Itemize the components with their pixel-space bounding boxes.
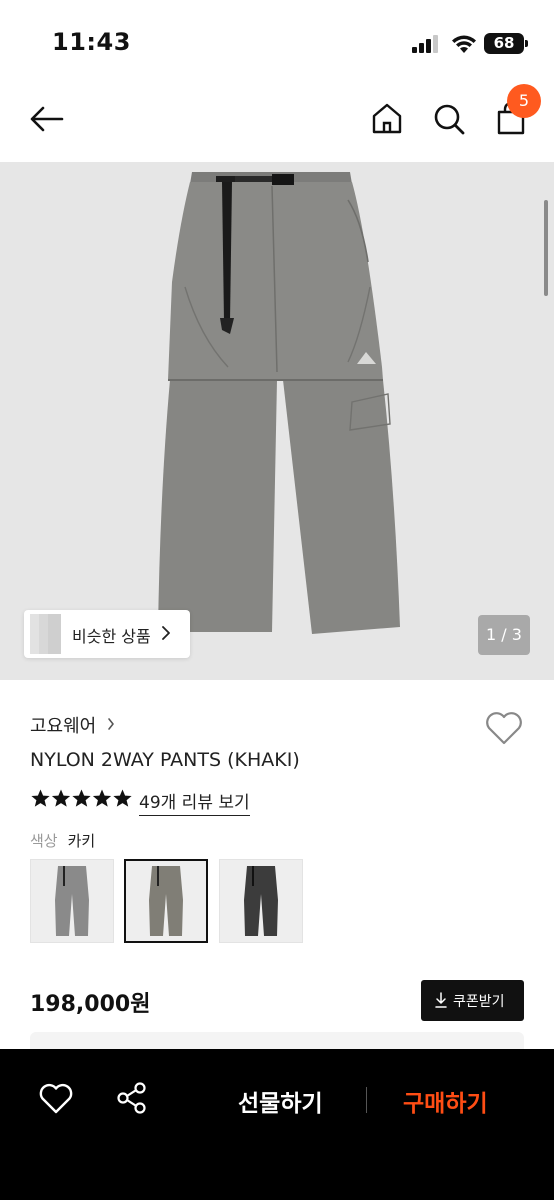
product-price: 198,000원 — [30, 992, 151, 1017]
pants-thumbnail — [244, 866, 278, 936]
pants-thumbnail — [55, 866, 89, 936]
image-scrollbar — [544, 200, 548, 296]
review-link[interactable]: 49개 리뷰 보기 — [139, 788, 250, 816]
chevron-right-icon — [162, 626, 170, 640]
battery-icon: 68 — [484, 33, 524, 54]
heart-icon[interactable] — [484, 710, 524, 746]
battery-tip — [525, 40, 528, 47]
similar-products-button[interactable]: 비슷한 상품 — [24, 610, 190, 658]
gift-button[interactable]: 선물하기 — [238, 1084, 323, 1118]
color-value: 카키 — [67, 832, 96, 850]
back-arrow-icon[interactable] — [26, 98, 68, 140]
download-icon — [435, 992, 447, 1008]
image-page-indicator: 1 / 3 — [478, 615, 530, 655]
wishlist-heart-icon[interactable] — [38, 1081, 74, 1115]
product-image-carousel[interactable]: 비슷한 상품 1 / 3 — [0, 162, 554, 680]
status-time: 11:43 — [52, 28, 131, 56]
bottom-action-bar: 선물하기 구매하기 — [0, 1049, 554, 1200]
cart-count-badge: 5 — [507, 84, 541, 118]
color-swatch-gray[interactable] — [30, 859, 114, 943]
search-icon[interactable] — [428, 98, 470, 140]
product-name: NYLON 2WAY PANTS (KHAKI) — [30, 749, 300, 771]
color-label: 색상 — [30, 832, 58, 850]
color-swatch-charcoal[interactable] — [219, 859, 303, 943]
top-nav — [0, 80, 554, 162]
status-bar: 11:43 68 — [0, 0, 554, 80]
share-icon[interactable] — [116, 1081, 148, 1115]
wifi-icon — [452, 35, 476, 53]
brand-link[interactable]: 고요웨어 — [30, 712, 96, 738]
color-swatch-khaki[interactable] — [124, 859, 208, 943]
similar-thumbnails — [30, 614, 70, 654]
star-rating-icon — [31, 789, 132, 807]
coupon-download-button[interactable]: 쿠폰받기 — [421, 980, 524, 1021]
home-icon[interactable] — [366, 98, 408, 140]
similar-products-label: 비슷한 상품 — [72, 627, 151, 646]
divider — [366, 1087, 367, 1113]
chevron-right-icon — [108, 718, 114, 730]
cellular-signal-icon — [412, 35, 440, 53]
pants-thumbnail — [149, 866, 183, 936]
buy-button[interactable]: 구매하기 — [403, 1084, 488, 1118]
coupon-label: 쿠폰받기 — [453, 994, 505, 1010]
product-image — [158, 172, 400, 634]
color-row: 색상 카키 — [30, 830, 95, 851]
